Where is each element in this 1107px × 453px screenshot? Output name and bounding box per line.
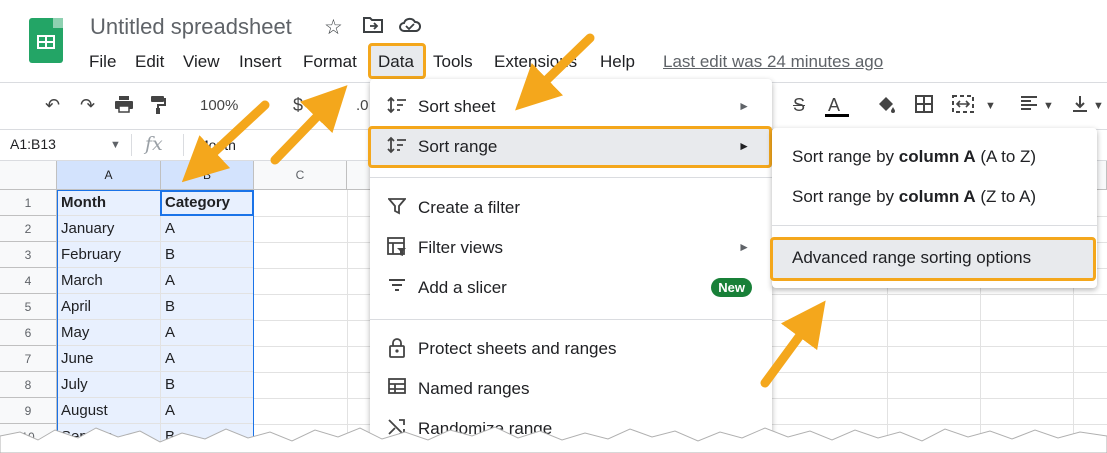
google-sheets-logo[interactable] bbox=[29, 18, 63, 63]
menu-item-label: Add a slicer bbox=[418, 278, 507, 297]
submenu-item-label: Sort range by column A (A to Z) bbox=[792, 147, 1037, 166]
menu-item-label: Filter views bbox=[418, 238, 504, 257]
menu-item-protect-sheets[interactable]: Protect sheets and ranges bbox=[370, 329, 772, 369]
print-icon[interactable] bbox=[114, 95, 134, 118]
filter-views-icon bbox=[386, 237, 408, 262]
menu-item-add-slicer[interactable]: Add a slicer New bbox=[370, 268, 772, 308]
menu-file[interactable]: File bbox=[89, 52, 116, 72]
cell-b3[interactable]: B bbox=[161, 242, 254, 268]
sort-range-highlight bbox=[368, 126, 772, 168]
advanced-range-sorting-item[interactable]: Advanced range sorting options bbox=[770, 237, 1096, 281]
borders-icon[interactable] bbox=[915, 95, 933, 118]
column-header-c[interactable]: C bbox=[254, 161, 347, 190]
cell-a3[interactable]: February bbox=[57, 242, 161, 268]
menu-edit[interactable]: Edit bbox=[135, 52, 164, 72]
divider bbox=[131, 134, 132, 156]
row-header-3[interactable]: 3 bbox=[0, 242, 57, 268]
lock-icon bbox=[386, 338, 408, 363]
cell-b4[interactable]: A bbox=[161, 268, 254, 294]
menu-item-label: Protect sheets and ranges bbox=[418, 339, 617, 358]
submenu-arrow-icon: ► bbox=[738, 240, 750, 254]
menu-insert[interactable]: Insert bbox=[239, 52, 282, 72]
row-header-1[interactable]: 1 bbox=[0, 190, 57, 216]
row-header-7[interactable]: 7 bbox=[0, 346, 57, 372]
filter-icon bbox=[386, 197, 408, 220]
star-icon[interactable]: ☆ bbox=[324, 15, 343, 40]
menu-tools[interactable]: Tools bbox=[433, 52, 473, 72]
undo-icon[interactable]: ↶ bbox=[45, 95, 60, 116]
menu-item-filter-views[interactable]: Filter views ► bbox=[370, 228, 772, 268]
sort-z-to-a-item[interactable]: Sort range by column A (Z to A) bbox=[772, 178, 1097, 216]
menu-item-sort-sheet[interactable]: Sort sheet ► bbox=[370, 87, 772, 127]
menu-format[interactable]: Format bbox=[303, 52, 357, 72]
cell-b5[interactable]: B bbox=[161, 294, 254, 320]
cell-a6[interactable]: May bbox=[57, 320, 161, 346]
menu-help[interactable]: Help bbox=[600, 52, 635, 72]
column-header-b[interactable]: B bbox=[161, 161, 254, 190]
cell-b8[interactable]: B bbox=[161, 372, 254, 398]
cell-b2[interactable]: A bbox=[161, 216, 254, 242]
strikethrough-icon[interactable]: S bbox=[793, 95, 805, 116]
menu-item-label: Create a filter bbox=[418, 198, 521, 217]
sort-a-to-z-item[interactable]: Sort range by column A (A to Z) bbox=[772, 138, 1097, 176]
vertical-align-dropdown-icon[interactable]: ▼ bbox=[1093, 100, 1104, 112]
cell-a1[interactable]: Month bbox=[57, 190, 161, 216]
text-color-icon[interactable]: A bbox=[825, 95, 849, 117]
cell-b6[interactable]: A bbox=[161, 320, 254, 346]
document-title[interactable]: Untitled spreadsheet bbox=[90, 14, 292, 40]
new-badge: New bbox=[711, 278, 752, 297]
merge-dropdown-icon[interactable]: ▼ bbox=[985, 100, 996, 112]
merge-cells-icon[interactable] bbox=[952, 95, 974, 118]
named-ranges-icon bbox=[386, 378, 408, 399]
cell-a7[interactable]: June bbox=[57, 346, 161, 372]
row-header-4[interactable]: 4 bbox=[0, 268, 57, 294]
select-all-corner[interactable] bbox=[0, 161, 57, 190]
submenu-arrow-icon: ► bbox=[738, 99, 750, 113]
menu-data[interactable]: Data bbox=[378, 52, 414, 72]
sort-icon bbox=[386, 96, 408, 119]
fill-color-icon[interactable] bbox=[875, 95, 897, 120]
fx-icon: fx bbox=[145, 133, 163, 155]
menu-view[interactable]: View bbox=[183, 52, 220, 72]
align-left-icon[interactable] bbox=[1020, 95, 1038, 116]
row-header-2[interactable]: 2 bbox=[0, 216, 57, 242]
menu-item-label: Sort sheet bbox=[418, 97, 496, 116]
column-header-a[interactable]: A bbox=[57, 161, 161, 190]
last-edit-link[interactable]: Last edit was 24 minutes ago bbox=[663, 52, 883, 72]
torn-edge bbox=[0, 426, 1107, 453]
currency-format-button[interactable]: $ bbox=[293, 95, 303, 116]
menu-extensions[interactable]: Extensions bbox=[494, 52, 577, 72]
row-header-6[interactable]: 6 bbox=[0, 320, 57, 346]
menu-item-named-ranges[interactable]: Named ranges bbox=[370, 369, 772, 409]
row-header-8[interactable]: 8 bbox=[0, 372, 57, 398]
redo-icon[interactable]: ↷ bbox=[80, 95, 95, 116]
name-box[interactable]: A1:B13 bbox=[10, 136, 56, 152]
zoom-select[interactable]: 100% bbox=[200, 97, 238, 114]
cloud-saved-icon[interactable] bbox=[398, 15, 422, 41]
vertical-align-icon[interactable] bbox=[1072, 95, 1088, 118]
paint-format-icon[interactable] bbox=[150, 95, 166, 120]
cell-a5[interactable]: April bbox=[57, 294, 161, 320]
active-cell bbox=[160, 190, 254, 216]
align-dropdown-icon[interactable]: ▼ bbox=[1043, 100, 1054, 112]
formula-input[interactable]: Month bbox=[197, 137, 236, 153]
cell-a8[interactable]: July bbox=[57, 372, 161, 398]
submenu-item-label: Advanced range sorting options bbox=[792, 248, 1032, 267]
menu-item-create-filter[interactable]: Create a filter bbox=[370, 188, 772, 228]
cell-b7[interactable]: A bbox=[161, 346, 254, 372]
slicer-icon bbox=[386, 277, 408, 298]
divider bbox=[183, 134, 184, 156]
cell-a2[interactable]: January bbox=[57, 216, 161, 242]
cell-a4[interactable]: March bbox=[57, 268, 161, 294]
move-to-folder-icon[interactable] bbox=[362, 15, 384, 41]
name-box-dropdown-icon[interactable]: ▼ bbox=[110, 139, 121, 151]
row-header-5[interactable]: 5 bbox=[0, 294, 57, 320]
submenu-item-label: Sort range by column A (Z to A) bbox=[792, 187, 1037, 206]
menu-item-label: Named ranges bbox=[418, 379, 530, 398]
decimal-format-button[interactable]: .0 bbox=[356, 97, 369, 114]
